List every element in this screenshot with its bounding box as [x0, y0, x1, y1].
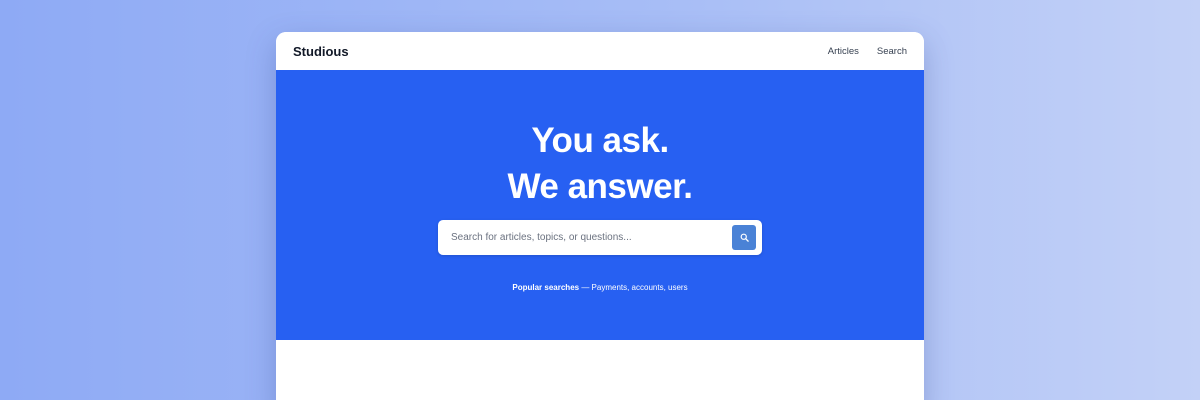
hero-title-line-1: You ask. — [531, 121, 669, 160]
hero-section: You ask. We answer. Popular searches — P… — [276, 70, 924, 340]
search-button[interactable] — [732, 225, 756, 250]
search-input[interactable] — [451, 232, 721, 243]
brand-logo[interactable]: Studious — [293, 44, 349, 59]
nav-links: Articles Search — [828, 46, 907, 57]
nav-link-articles[interactable]: Articles — [828, 46, 859, 57]
popular-searches: Popular searches — Payments, accounts, u… — [512, 283, 687, 292]
search-icon — [740, 233, 749, 242]
top-navbar: Studious Articles Search — [276, 32, 924, 70]
popular-searches-label: Popular searches — [512, 283, 580, 292]
browser-window: Studious Articles Search You ask. We ans… — [276, 32, 924, 400]
popular-searches-list[interactable]: — Payments, accounts, users — [579, 283, 687, 292]
hero-title-line-2: We answer. — [507, 167, 693, 206]
search-box — [438, 220, 762, 255]
content-area — [276, 340, 924, 400]
nav-link-search[interactable]: Search — [877, 46, 907, 57]
